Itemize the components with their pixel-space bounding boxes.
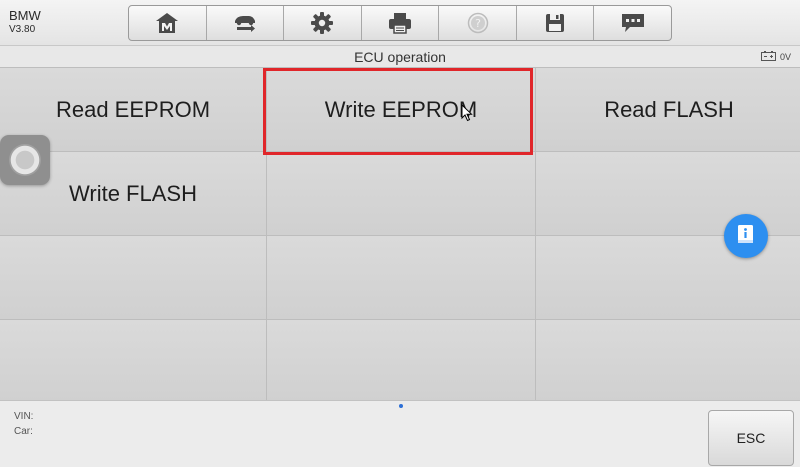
message-button[interactable] bbox=[594, 6, 671, 40]
page-indicator-dot bbox=[399, 404, 403, 408]
message-icon bbox=[620, 12, 646, 34]
info-manual-button[interactable] bbox=[724, 214, 768, 258]
vehicle-swap-icon bbox=[231, 12, 259, 34]
assistive-touch-button[interactable] bbox=[0, 135, 50, 185]
assistive-touch-icon bbox=[9, 144, 41, 176]
app-name: BMW bbox=[9, 8, 41, 23]
printer-icon bbox=[387, 12, 413, 34]
print-button[interactable] bbox=[362, 6, 440, 40]
home-button[interactable] bbox=[129, 6, 207, 40]
vin-label: VIN: bbox=[14, 411, 34, 422]
main-toolbar: ? bbox=[128, 5, 672, 41]
write-eeprom-button[interactable]: Write EEPROM bbox=[267, 68, 535, 151]
empty-cell bbox=[0, 236, 266, 319]
battery-icon bbox=[760, 51, 777, 63]
battery-status: 0V bbox=[760, 51, 791, 63]
help-button[interactable]: ? bbox=[439, 6, 517, 40]
gear-icon bbox=[310, 11, 334, 35]
top-bar: BMW V3.80 ? bbox=[0, 0, 800, 46]
empty-cell bbox=[267, 320, 535, 403]
empty-cell bbox=[267, 152, 535, 235]
empty-cell bbox=[0, 320, 266, 403]
car-label: Car: bbox=[14, 426, 33, 437]
esc-button[interactable]: ESC bbox=[708, 410, 794, 466]
svg-text:?: ? bbox=[475, 17, 481, 30]
vehicle-swap-button[interactable] bbox=[207, 6, 285, 40]
empty-cell bbox=[536, 320, 800, 403]
settings-button[interactable] bbox=[284, 6, 362, 40]
help-icon: ? bbox=[467, 12, 489, 34]
mouse-cursor-icon bbox=[461, 103, 473, 127]
home-icon bbox=[155, 12, 179, 34]
function-grid: Read EEPROM Write EEPROM Read FLASH Writ… bbox=[0, 68, 800, 403]
title-strip: ECU operation 0V bbox=[0, 46, 800, 68]
save-button[interactable] bbox=[517, 6, 595, 40]
save-icon bbox=[544, 12, 566, 34]
page-title: ECU operation bbox=[354, 49, 446, 65]
voltage-readout: 0V bbox=[779, 52, 791, 62]
brand-block: BMW V3.80 bbox=[9, 8, 41, 36]
empty-cell bbox=[267, 236, 535, 319]
read-flash-button[interactable]: Read FLASH bbox=[536, 68, 800, 151]
book-info-icon bbox=[734, 222, 758, 251]
app-version: V3.80 bbox=[9, 24, 36, 35]
bottom-bar: VIN: Car: ESC bbox=[0, 400, 800, 467]
